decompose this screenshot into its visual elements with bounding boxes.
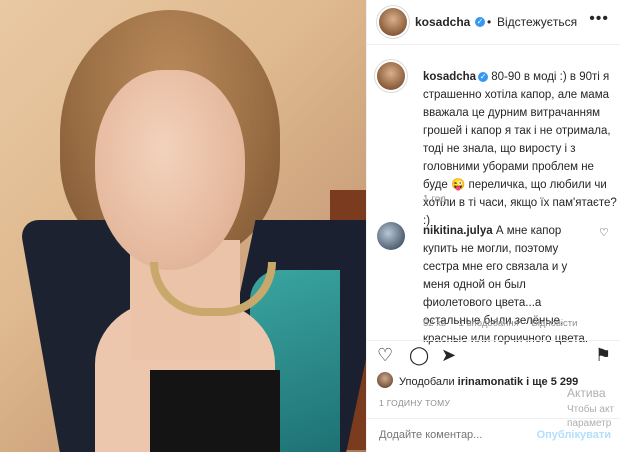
bookmark-icon[interactable]: ⚑ [595, 345, 611, 366]
photo-black-top [150, 370, 280, 452]
activation-watermark-line2: Чтобы акт [567, 404, 615, 415]
activation-watermark-line1: Актива [567, 386, 606, 400]
caption-text-block: kosadcha ✓ 80-90 в моді :) в 90ті я страш… [423, 68, 619, 230]
author-avatar[interactable] [379, 8, 407, 36]
likes-summary: Уподобали irinamonatik і ще 5 299 [399, 376, 578, 388]
caption-username[interactable]: kosadcha [423, 71, 476, 83]
caption-avatar[interactable] [377, 62, 405, 90]
caption-time[interactable]: 1 год [423, 194, 446, 205]
more-options-icon[interactable]: ••• [589, 10, 609, 28]
comment-time[interactable]: 52 хв [423, 318, 446, 329]
comment-likes[interactable]: 1 вподобання [459, 318, 519, 329]
share-send-icon[interactable]: ➤ [441, 345, 456, 366]
following-button[interactable]: Відстежується [497, 15, 577, 29]
verified-icon: ✓ [475, 17, 485, 27]
liker-avatar[interactable] [377, 372, 393, 388]
post-timestamp[interactable]: 1 ГОДИНУ ТОМУ [379, 398, 450, 408]
likes-prefix: Уподобали [399, 376, 455, 388]
actions-bar: ♡ ◯ ➤ ⚑ [367, 340, 620, 375]
author-username[interactable]: kosadcha [415, 15, 470, 29]
comment-text-block: nikitina.julya А мне капор купить не мог… [423, 222, 595, 348]
photo-face [95, 70, 245, 270]
publish-button[interactable]: Опублікувати [537, 429, 611, 441]
likes-user[interactable]: irinamonatik [458, 376, 523, 388]
commenter-username[interactable]: nikitina.julya [423, 225, 493, 237]
comment-input[interactable] [379, 429, 539, 441]
comment-bubble-icon[interactable]: ◯ [409, 345, 429, 366]
caption-text: 80-90 в моді :) в 90ті я страшенно хотіл… [423, 71, 617, 227]
header-separator: • [487, 15, 492, 29]
post-header: kosadcha ✓ • Відстежується ••• [367, 0, 620, 45]
activation-watermark-line3: параметр [567, 418, 612, 429]
post-side-panel: kosadcha ✓ • Відстежується ••• kosadcha ✓… [366, 0, 620, 452]
commenter-avatar[interactable] [377, 222, 405, 250]
like-heart-icon[interactable]: ♡ [377, 345, 393, 366]
comment-reply-button[interactable]: Відповісти [531, 318, 577, 329]
post-photo[interactable] [0, 0, 366, 452]
comment-meta: 52 хв 1 вподобання Відповісти [423, 318, 587, 329]
caption-verified-icon: ✓ [478, 72, 489, 82]
comment-like-icon[interactable]: ♡ [599, 226, 609, 239]
